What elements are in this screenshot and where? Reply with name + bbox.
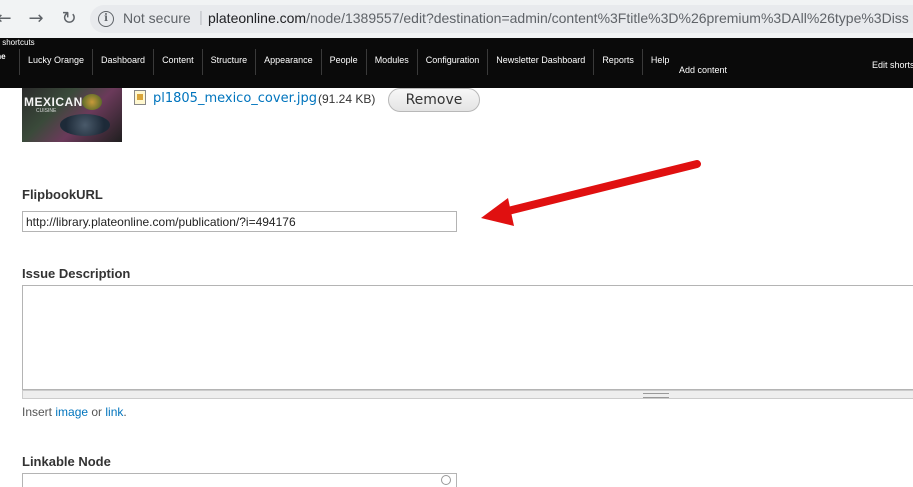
- annotation-arrow-icon: [481, 160, 701, 226]
- annotation-arrow-shaft: [496, 160, 701, 217]
- annotation-arrow-head: [481, 198, 514, 226]
